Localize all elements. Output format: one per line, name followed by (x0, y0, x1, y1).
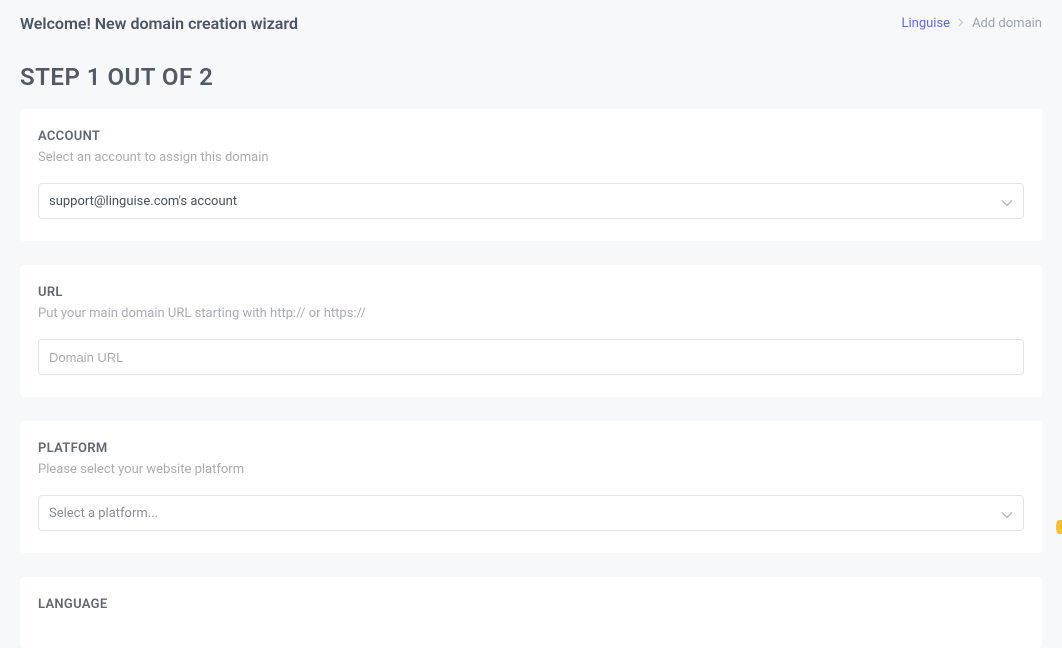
chevron-down-icon (1001, 192, 1013, 211)
account-card: ACCOUNT Select an account to assign this… (20, 109, 1042, 241)
platform-helper: Please select your website platform (38, 462, 1024, 477)
platform-select[interactable]: Select a platform... (38, 495, 1024, 531)
language-card: LANGUAGE (20, 577, 1042, 648)
language-label: LANGUAGE (38, 597, 1024, 612)
url-helper: Put your main domain URL starting with h… (38, 306, 1024, 321)
chat-widget-icon[interactable] (1056, 520, 1062, 534)
breadcrumb: Linguise Add domain (901, 16, 1042, 31)
breadcrumb-current: Add domain (972, 16, 1042, 31)
welcome-title: Welcome! New domain creation wizard (20, 14, 298, 33)
account-helper: Select an account to assign this domain (38, 150, 1024, 165)
url-label: URL (38, 285, 1024, 300)
breadcrumb-root-link[interactable]: Linguise (901, 16, 950, 31)
account-select-value: support@linguise.com's account (49, 194, 237, 209)
platform-select-placeholder: Select a platform... (49, 506, 158, 521)
page-header: Welcome! New domain creation wizard Ling… (0, 0, 1062, 41)
account-label: ACCOUNT (38, 129, 1024, 144)
chevron-right-icon (958, 17, 964, 30)
platform-label: PLATFORM (38, 441, 1024, 456)
platform-card: PLATFORM Please select your website plat… (20, 421, 1042, 553)
chevron-down-icon (1001, 504, 1013, 523)
url-input[interactable] (38, 339, 1024, 375)
step-heading: STEP 1 OUT OF 2 (0, 41, 1062, 109)
account-select[interactable]: support@linguise.com's account (38, 183, 1024, 219)
url-card: URL Put your main domain URL starting wi… (20, 265, 1042, 397)
